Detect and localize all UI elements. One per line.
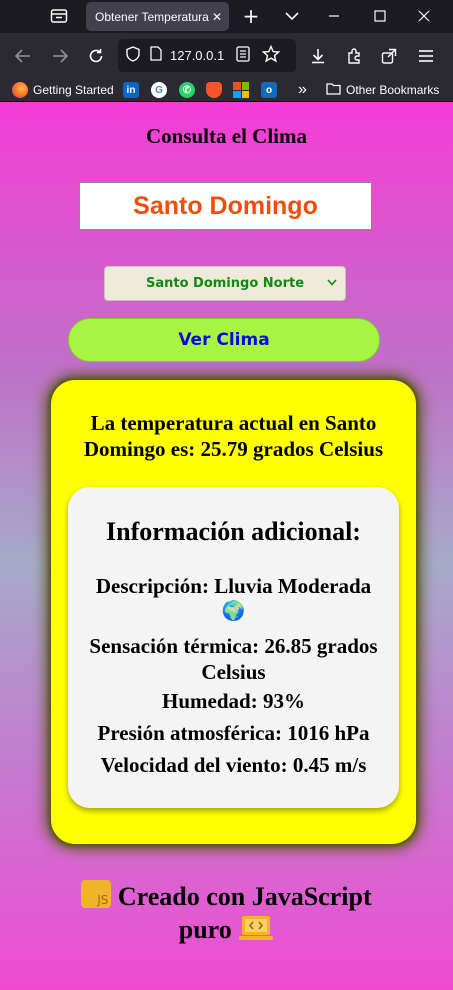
footer-text-line2: puro xyxy=(178,915,232,944)
brave-icon xyxy=(206,82,222,98)
wind-line: Velocidad del viento: 0.45 m/s xyxy=(100,753,367,777)
microsoft-icon xyxy=(233,82,249,98)
info-title: Información adicional: xyxy=(106,517,361,546)
menu-icon[interactable] xyxy=(415,45,437,67)
feels-like-unit: Celsius xyxy=(201,660,266,684)
minimize-icon[interactable] xyxy=(323,6,345,26)
other-bookmarks[interactable]: Other Bookmarks xyxy=(326,81,439,99)
new-tab-icon[interactable]: + xyxy=(240,4,262,28)
page-title: Consulta el Clima xyxy=(145,124,307,148)
humidity-line: Humedad: 93% xyxy=(162,689,305,713)
downloads-icon[interactable] xyxy=(307,45,329,67)
javascript-icon: JS xyxy=(81,880,112,908)
laptop-code-icon xyxy=(238,914,274,942)
linkedin-icon: in xyxy=(123,82,139,98)
back-icon[interactable] xyxy=(12,45,34,67)
description-line: Descripción: Lluvia Moderada xyxy=(95,574,372,598)
bookmark-star-icon[interactable] xyxy=(261,44,281,67)
tab-bar: Obtener Temperatura ✕ + xyxy=(0,0,453,33)
page-icon[interactable] xyxy=(150,46,162,65)
bookmark-whatsapp[interactable]: ✆ xyxy=(179,81,195,99)
bookmark-getting-started[interactable]: Getting Started xyxy=(12,81,114,99)
additional-info-panel: Información adicional: Descripción: Lluv… xyxy=(68,487,399,808)
shield-icon[interactable] xyxy=(126,45,140,66)
close-window-icon[interactable] xyxy=(413,6,435,26)
ver-clima-button[interactable]: Ver Clima xyxy=(68,318,380,362)
bookmarks-overflow-icon[interactable]: » xyxy=(298,81,307,99)
outlook-icon: o xyxy=(261,82,277,98)
feels-like-line: Sensación térmica: 26.85 grados xyxy=(89,634,378,658)
footer-text-line1: Creado con JavaScript xyxy=(117,882,372,911)
close-tab-icon[interactable]: ✕ xyxy=(211,10,223,24)
other-bookmarks-label: Other Bookmarks xyxy=(346,83,440,97)
chevron-down-icon xyxy=(327,276,337,289)
weather-card: La temperatura actual en Santo Domingo e… xyxy=(51,380,416,844)
folder-icon xyxy=(326,82,341,98)
maximize-icon[interactable] xyxy=(369,6,391,26)
reload-icon[interactable] xyxy=(85,45,107,67)
bookmark-linkedin[interactable]: in xyxy=(123,81,139,99)
footer: JS Creado con JavaScript puro xyxy=(0,880,453,946)
url-text[interactable]: 127.0.0.1 xyxy=(170,48,228,63)
page-content: Consulta el Clima Santo Domingo Santo Do… xyxy=(0,102,453,990)
bookmark-label: Getting Started xyxy=(33,83,114,97)
temperature-text: La temperatura actual en Santo Domingo e… xyxy=(83,411,384,461)
reader-view-icon[interactable] xyxy=(236,45,250,66)
tab-title: Obtener Temperatura xyxy=(95,9,209,24)
chevron-down-icon[interactable] xyxy=(281,6,303,26)
google-icon: G xyxy=(151,82,167,98)
city-input[interactable]: Santo Domingo xyxy=(79,182,372,230)
browser-tab[interactable]: Obtener Temperatura ✕ xyxy=(86,2,229,31)
share-icon[interactable] xyxy=(378,45,400,67)
bookmark-outlook[interactable]: o xyxy=(261,81,277,99)
whatsapp-icon: ✆ xyxy=(179,82,195,98)
navigation-toolbar: 127.0.0.1 xyxy=(0,33,453,78)
firefox-icon xyxy=(12,82,28,98)
extensions-icon[interactable] xyxy=(343,45,365,67)
bookmarks-toolbar: Getting Started in G ✆ o » Other Bookmar… xyxy=(0,78,453,102)
url-bar[interactable]: 127.0.0.1 xyxy=(118,39,296,72)
globe-icon: 🌍 xyxy=(221,601,246,622)
tab-list-icon[interactable] xyxy=(48,6,70,26)
bookmark-google[interactable]: G xyxy=(151,81,167,99)
sector-select[interactable]: Santo Domingo Norte xyxy=(104,266,346,301)
bookmark-microsoft[interactable] xyxy=(233,81,249,99)
forward-icon[interactable] xyxy=(49,45,71,67)
select-value: Santo Domingo Norte xyxy=(145,276,305,291)
pressure-line: Presión atmosférica: 1016 hPa xyxy=(97,721,370,745)
bookmark-brave[interactable] xyxy=(206,81,222,99)
